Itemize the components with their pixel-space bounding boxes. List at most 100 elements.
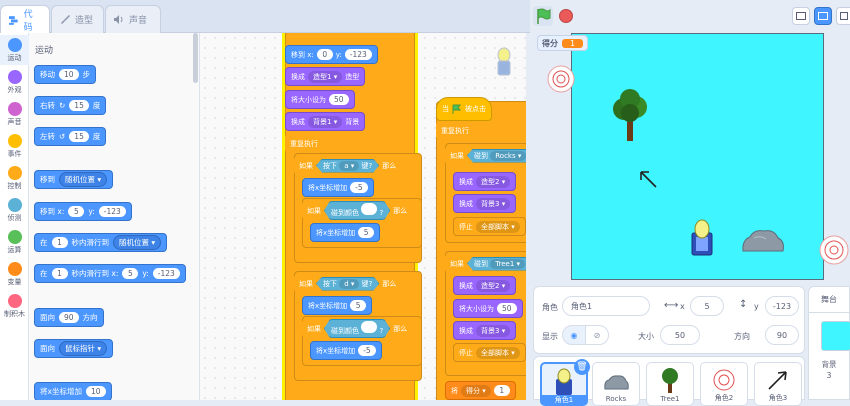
category-control[interactable]: 控制	[0, 163, 29, 193]
change-by-input[interactable]: 1	[493, 385, 510, 396]
s1-set-size[interactable]: 将大小设为 50	[285, 90, 355, 109]
green-flag-icon[interactable]	[533, 6, 553, 26]
s1-change-x-3[interactable]: 将x坐标增加 5	[302, 296, 373, 315]
score-monitor[interactable]: 得分 1	[537, 35, 589, 51]
touching-color-condition[interactable]: 碰到颜色 ?	[324, 319, 390, 338]
s2-stop-2[interactable]: 停止 全部脚本	[453, 343, 526, 362]
s1-change-x-4[interactable]: 将x坐标增加 -5	[310, 341, 382, 360]
delete-sprite-button[interactable]: 🗑	[574, 359, 590, 375]
category-operators[interactable]: 运算	[0, 227, 29, 257]
show-hidden-button[interactable]: ⊘	[585, 325, 609, 345]
change-x-input[interactable]: -5	[350, 182, 368, 193]
block-goto-xy[interactable]: 移到 x: 5 y: -123	[34, 202, 132, 221]
key-pressed-condition[interactable]: 按下 d 键?	[316, 277, 379, 291]
category-events[interactable]: 事件	[0, 131, 29, 161]
size-input[interactable]: 50	[497, 303, 517, 314]
fullscreen-button[interactable]	[836, 7, 850, 25]
key-dropdown[interactable]: d	[339, 279, 359, 289]
tab-costumes[interactable]: 造型	[51, 5, 104, 33]
block-point-towards[interactable]: 面向 鼠标指针	[34, 339, 114, 358]
stage-canvas[interactable]	[571, 33, 824, 280]
s1-if-key-a[interactable]: 如果 按下 a 键? 那么	[294, 156, 402, 175]
s2-change-variable[interactable]: 将 得分 1	[445, 381, 516, 400]
change-x-input[interactable]: 5	[358, 227, 375, 238]
x-input[interactable]: 5	[122, 268, 139, 279]
stop-dropdown[interactable]: 全部脚本	[476, 346, 520, 359]
player-sprite[interactable]	[690, 219, 714, 257]
category-sound[interactable]: 声音	[0, 99, 29, 129]
degrees-input[interactable]: 15	[69, 100, 89, 111]
change-x-input[interactable]: 10	[85, 386, 106, 397]
touching-condition[interactable]: 碰到 Rocks	[467, 149, 526, 163]
block-glide-to[interactable]: 在 1 秒内滑行到 随机位置	[34, 233, 168, 252]
s2-when-flag-clicked[interactable]: 当 被点击	[436, 97, 492, 121]
block-point-direction[interactable]: 面向 90 方向	[34, 308, 104, 327]
touching-condition[interactable]: 碰到 Tree1	[467, 257, 526, 271]
key-pressed-condition[interactable]: 按下 a 键?	[316, 159, 379, 173]
s2-switch-costume-2[interactable]: 换成 造型2	[453, 276, 517, 295]
x-input[interactable]: 0	[316, 49, 333, 60]
s1-goto-xy[interactable]: 移到 x: 0 y: -123	[285, 45, 378, 64]
palette-scrollbar[interactable]	[193, 33, 198, 83]
direction-input[interactable]: 90	[59, 312, 79, 323]
s1-change-x-1[interactable]: 将x坐标增加 -5	[302, 178, 374, 197]
s1-forever[interactable]: 重复执行	[285, 134, 323, 153]
s1-switch-backdrop[interactable]: 换成 背景1 背景	[285, 112, 366, 131]
s2-switch-backdrop-1[interactable]: 换成 背景3	[453, 194, 517, 213]
script-area[interactable]: 移到 x: 0 y: -123 换成 造型1 造型 将大小设为 50 换成 背景…	[200, 33, 526, 400]
show-visible-button[interactable]: ◉	[562, 325, 586, 345]
touching-dropdown[interactable]: Rocks	[490, 151, 526, 161]
stage-selector-panel[interactable]: 舞台 背景 3	[808, 286, 850, 400]
sprite-thumb-4[interactable]: 角色2	[700, 362, 748, 406]
key-dropdown[interactable]: a	[339, 161, 359, 171]
sprite-thumb-5[interactable]: 角色3	[754, 362, 802, 406]
s2-if-touching-tree[interactable]: 如果 碰到 Tree1	[445, 254, 526, 273]
tab-sounds[interactable]: 声音	[105, 5, 161, 33]
goto-target-dropdown[interactable]: 随机位置	[59, 172, 108, 187]
secs-input[interactable]: 1	[51, 268, 68, 279]
tree-sprite[interactable]	[610, 89, 650, 141]
s2-switch-costume-1[interactable]: 换成 造型2	[453, 172, 517, 191]
degrees-input[interactable]: 15	[69, 131, 89, 142]
s1-if-touching-color-1[interactable]: 如果 碰到颜色 ? 那么	[302, 201, 413, 220]
s2-set-size[interactable]: 将大小设为 50	[453, 299, 523, 318]
category-variables[interactable]: 变量	[0, 259, 29, 289]
small-stage-button[interactable]	[792, 7, 810, 25]
category-my-blocks[interactable]: 制积木	[0, 291, 29, 321]
sprite-name-field[interactable]: 角色1	[562, 296, 650, 316]
sprite-thumb-3[interactable]: Tree1	[646, 362, 694, 406]
normal-stage-button[interactable]	[814, 7, 832, 25]
block-glide-xy[interactable]: 在 1 秒内滑行到 x: 5 y: -123	[34, 264, 186, 283]
block-change-x[interactable]: 将x坐标增加 10	[34, 382, 112, 400]
costume-dropdown[interactable]: 造型2	[476, 279, 511, 292]
sprite-thumb-2[interactable]: Rocks	[592, 362, 640, 406]
x-input[interactable]: 5	[68, 206, 85, 217]
size-field[interactable]: 50	[660, 325, 700, 345]
costume-dropdown[interactable]: 造型1	[308, 70, 343, 83]
backdrop-dropdown[interactable]: 背景3	[476, 324, 511, 337]
s2-switch-backdrop-2[interactable]: 换成 背景3	[453, 321, 517, 340]
glide-target-dropdown[interactable]: 随机位置	[113, 235, 162, 250]
backdrop-dropdown[interactable]: 背景1	[308, 115, 343, 128]
color-picker[interactable]	[361, 203, 377, 215]
s1-change-x-2[interactable]: 将x坐标增加 5	[310, 223, 381, 242]
touching-dropdown[interactable]: Tree1	[490, 259, 525, 269]
block-turn-right[interactable]: 右转 ↻ 15 度	[34, 96, 107, 115]
s2-forever[interactable]: 重复执行	[436, 121, 474, 140]
towards-dropdown[interactable]: 鼠标指针	[59, 341, 108, 356]
s2-stop-1[interactable]: 停止 全部脚本	[453, 217, 526, 236]
category-looks[interactable]: 外观	[0, 67, 29, 97]
block-turn-left[interactable]: 左转 ↺ 15 度	[34, 127, 107, 146]
category-sensing[interactable]: 侦测	[0, 195, 29, 225]
y-input[interactable]: -123	[152, 268, 180, 279]
target-sprite-left[interactable]	[546, 64, 576, 94]
change-x-input[interactable]: 5	[350, 300, 367, 311]
backdrop-dropdown[interactable]: 背景3	[476, 197, 511, 210]
variable-dropdown[interactable]: 得分	[461, 384, 491, 397]
direction-field[interactable]: 90	[765, 325, 799, 345]
block-goto[interactable]: 移到 随机位置	[34, 170, 114, 189]
rocks-sprite[interactable]	[740, 226, 786, 254]
secs-input[interactable]: 1	[51, 237, 68, 248]
y-field[interactable]: -123	[765, 296, 799, 316]
change-x-input[interactable]: -5	[358, 345, 376, 356]
